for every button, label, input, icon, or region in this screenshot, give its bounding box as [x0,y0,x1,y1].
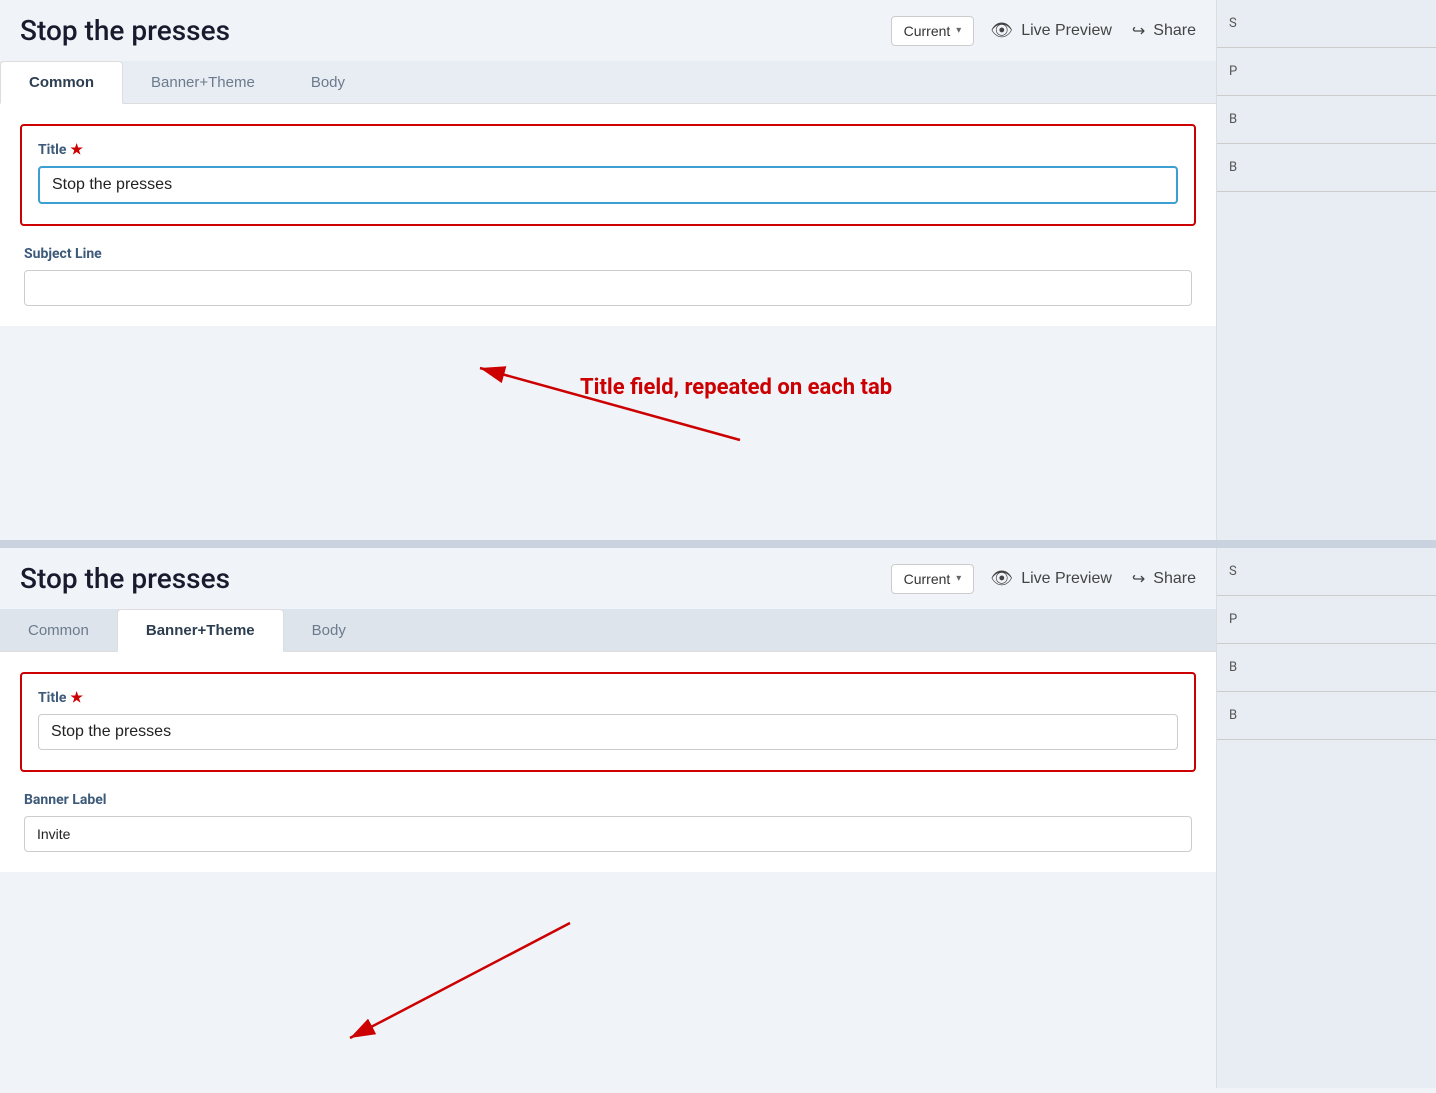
share-label-1: Share [1153,22,1196,40]
right-panel-2-item-1: S [1217,548,1436,596]
right-panel-item-1: S [1217,0,1436,48]
version-dropdown-1[interactable]: Current ▾ [891,16,975,46]
panel-separator [0,540,1436,548]
live-preview-button-1[interactable]: 👁 Live Preview [990,20,1112,41]
tab-bar-1: Common Banner+Theme Body [0,61,1216,104]
share-icon-2: ↪ [1132,569,1145,589]
right-panel-2-item-3: B [1217,644,1436,692]
panel-2-header: Stop the presses Current ▾ 👁 Live Previe… [0,548,1216,609]
live-preview-label-1: Live Preview [1021,22,1112,40]
live-preview-button-2[interactable]: 👁 Live Preview [990,568,1112,589]
right-panel-item-3: B [1217,96,1436,144]
title-section-1: Title ★ [20,124,1196,226]
live-preview-label-2: Live Preview [1021,570,1112,588]
version-label-2: Current [904,571,951,587]
required-star-1: ★ [70,142,83,158]
version-dropdown-2[interactable]: Current ▾ [891,564,975,594]
banner-section-2: Banner Label [20,792,1196,852]
panel-2-content: Title ★ Banner Label [0,652,1216,872]
right-panel-2: S P B B [1216,548,1436,1088]
right-panel-item-4: B [1217,144,1436,192]
banner-input-2[interactable] [24,816,1192,852]
tab-common-1[interactable]: Common [0,61,123,104]
header-actions-2: 👁 Live Preview ↪ Share [990,568,1196,589]
panel-2-layout: Stop the presses Current ▾ 👁 Live Previe… [0,548,1436,1088]
right-panel-1: S P B B [1216,0,1436,540]
title-section-2: Title ★ [20,672,1196,772]
title-input-2[interactable] [38,714,1178,750]
panel-1-content: Title ★ Subject Line [0,104,1216,326]
panel-1-layout: Stop the presses Current ▾ 👁 Live Previe… [0,0,1436,540]
banner-label-2: Banner Label [24,792,1192,808]
subject-label-text-1: Subject Line [24,246,102,262]
title-label-1: Title ★ [38,142,1178,158]
title-label-text-2: Title [38,690,66,706]
share-button-1[interactable]: ↪ Share [1132,21,1196,41]
panel-1-header: Stop the presses Current ▾ 👁 Live Previe… [0,0,1216,61]
right-panel-2-item-2: P [1217,596,1436,644]
tab-body-1[interactable]: Body [283,61,373,103]
title-input-1[interactable] [38,166,1178,204]
right-panel-item-2: P [1217,48,1436,96]
tab-banner-theme-2[interactable]: Banner+Theme [117,609,284,652]
chevron-down-icon-1: ▾ [956,25,961,36]
subject-label-1: Subject Line [24,246,1192,262]
title-label-2: Title ★ [38,690,1178,706]
panel-2-left: Stop the presses Current ▾ 👁 Live Previe… [0,548,1216,1088]
panel-1-title: Stop the presses [20,14,875,47]
tab-common-2[interactable]: Common [0,609,117,651]
share-button-2[interactable]: ↪ Share [1132,569,1196,589]
tab-bar-2: Common Banner+Theme Body [0,609,1216,652]
panel-1-left: Stop the presses Current ▾ 👁 Live Previe… [0,0,1216,540]
version-label-1: Current [904,23,951,39]
chevron-down-icon-2: ▾ [956,573,961,584]
required-star-2: ★ [70,690,83,706]
title-label-text-1: Title [38,142,66,158]
tab-body-2[interactable]: Body [284,609,374,651]
eye-icon-1: 👁 [990,20,1013,41]
tab-banner-theme-1[interactable]: Banner+Theme [123,61,283,103]
right-panel-2-item-4: B [1217,692,1436,740]
share-label-2: Share [1153,570,1196,588]
header-actions-1: 👁 Live Preview ↪ Share [990,20,1196,41]
share-icon-1: ↪ [1132,21,1145,41]
panel-2-title: Stop the presses [20,562,875,595]
subject-section-1: Subject Line [20,246,1196,306]
banner-label-text-2: Banner Label [24,792,107,808]
subject-input-1[interactable] [24,270,1192,306]
eye-icon-2: 👁 [990,568,1013,589]
